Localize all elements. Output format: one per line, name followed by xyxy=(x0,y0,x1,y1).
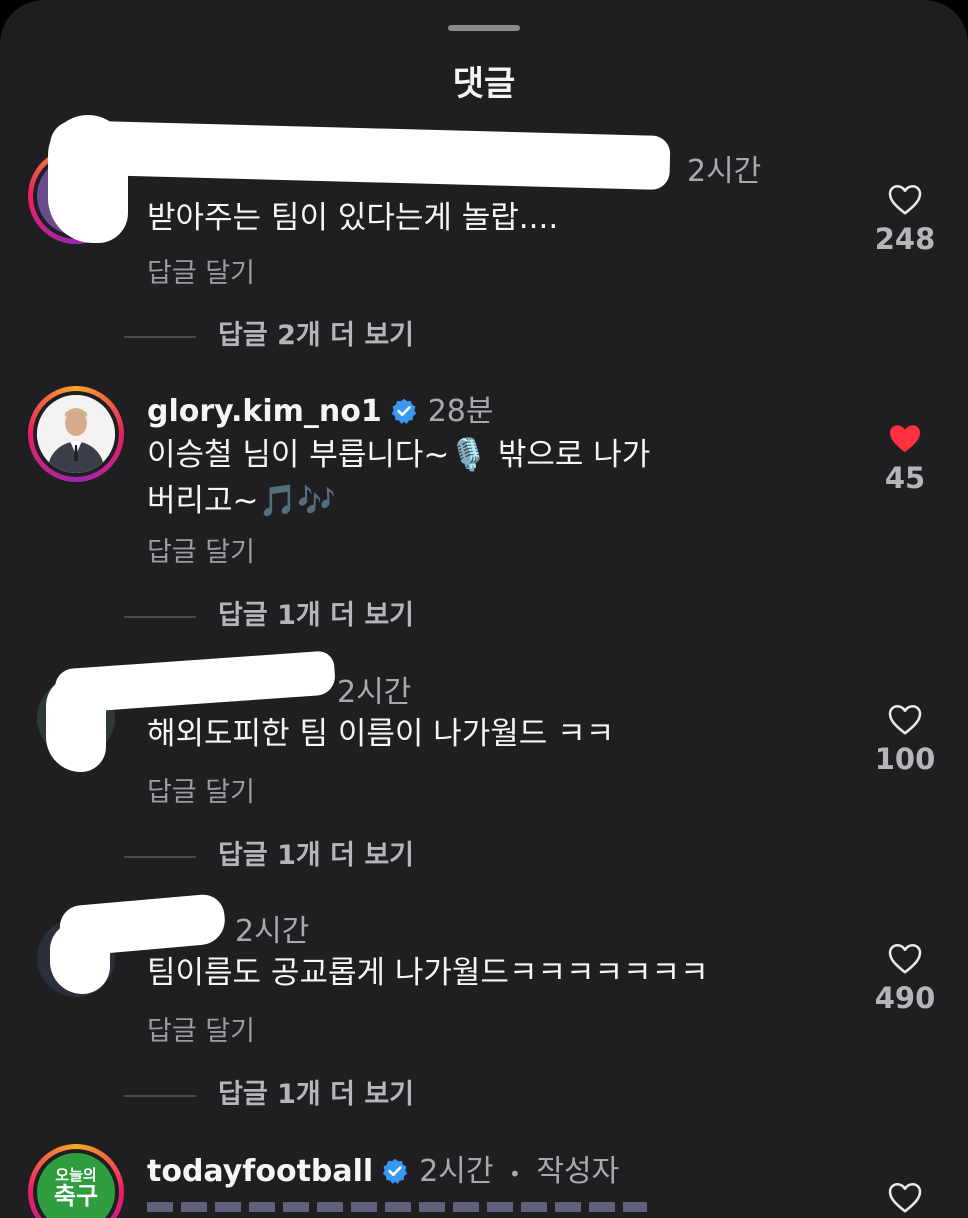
comment-time: 2시간 xyxy=(687,154,762,189)
reply-button[interactable]: 답글 달기 xyxy=(147,530,255,569)
profile-photo xyxy=(37,395,115,473)
comment-username[interactable]: todayfootball xyxy=(147,1154,373,1189)
divider xyxy=(124,1094,196,1097)
redaction-scribble xyxy=(50,922,110,994)
like-button[interactable] xyxy=(866,1180,944,1214)
comment-text: 해외도피한 팀 이름이 나가월드 ㅋㅋ xyxy=(147,716,615,752)
avatar-logo-text: 축구 xyxy=(53,1182,99,1210)
comment-time: 2시간 xyxy=(337,675,412,710)
verified-badge-icon xyxy=(383,1158,408,1184)
comment-text: 이승철 님이 부릅니다~🎙️ 밖으로 나가 버리고~🎵🎶 xyxy=(147,437,651,519)
like-button[interactable]: 100 xyxy=(866,702,944,776)
comment-time: 28분 xyxy=(427,394,494,429)
redaction-scribble xyxy=(46,676,106,772)
sheet-title: 댓글 xyxy=(452,64,516,104)
verified-badge-icon xyxy=(391,398,416,424)
like-button[interactable]: 45 xyxy=(866,421,944,495)
avatar[interactable] xyxy=(28,386,124,482)
heart-icon xyxy=(888,184,922,215)
separator-dot: • xyxy=(509,1162,521,1186)
heart-icon xyxy=(888,943,922,974)
heart-filled-icon xyxy=(890,425,920,453)
avatar-logo-text: 오늘의 xyxy=(55,1166,97,1184)
like-button[interactable]: 490 xyxy=(866,941,944,1015)
avatar[interactable]: 오늘의 축구 xyxy=(28,1144,124,1218)
reply-button[interactable]: 답글 달기 xyxy=(147,770,255,809)
redaction-scribble xyxy=(48,115,128,243)
divider xyxy=(124,615,196,618)
comment-time: 2시간 xyxy=(419,1154,494,1189)
like-count: 45 xyxy=(884,461,926,495)
view-more-replies-button[interactable]: 답글 1개 더 보기 xyxy=(124,1072,414,1111)
sheet-drag-handle[interactable] xyxy=(448,25,520,31)
like-count: 248 xyxy=(874,222,936,256)
view-more-replies-button[interactable]: 답글 1개 더 보기 xyxy=(124,593,414,632)
comment-username[interactable]: glory.kim_no1 xyxy=(147,394,382,429)
like-count: 100 xyxy=(874,742,936,776)
like-count: 490 xyxy=(874,981,936,1015)
view-more-replies-button[interactable]: 답글 1개 더 보기 xyxy=(124,833,414,872)
divider xyxy=(124,855,196,858)
comment-text-truncated xyxy=(147,1198,647,1218)
comment-meta: glory.kim_no1 28분 xyxy=(147,386,493,430)
comment-text: 팀이름도 공교롭게 나가월드ㅋㅋㅋㅋㅋㅋㅋ xyxy=(147,955,709,991)
comments-sheet: 댓글 2시간 받아주는 팀이 있다는게 놀랍.... 답글 달기 답글 2개 더… xyxy=(0,0,968,1218)
heart-icon xyxy=(888,704,922,735)
heart-icon xyxy=(888,1182,922,1213)
reply-button[interactable]: 답글 달기 xyxy=(147,1009,255,1048)
comment-time: 2시간 xyxy=(235,914,310,949)
divider xyxy=(124,335,196,338)
view-more-replies-button[interactable]: 답글 2개 더 보기 xyxy=(124,313,414,352)
like-button[interactable]: 248 xyxy=(866,182,944,256)
author-badge: 작성자 xyxy=(536,1154,620,1189)
redaction-scribble xyxy=(49,119,671,191)
comment-text: 받아주는 팀이 있다는게 놀랍.... xyxy=(147,200,559,236)
comment-meta: todayfootball 2시간 • 작성자 xyxy=(147,1146,619,1190)
reply-button[interactable]: 답글 달기 xyxy=(147,251,255,290)
